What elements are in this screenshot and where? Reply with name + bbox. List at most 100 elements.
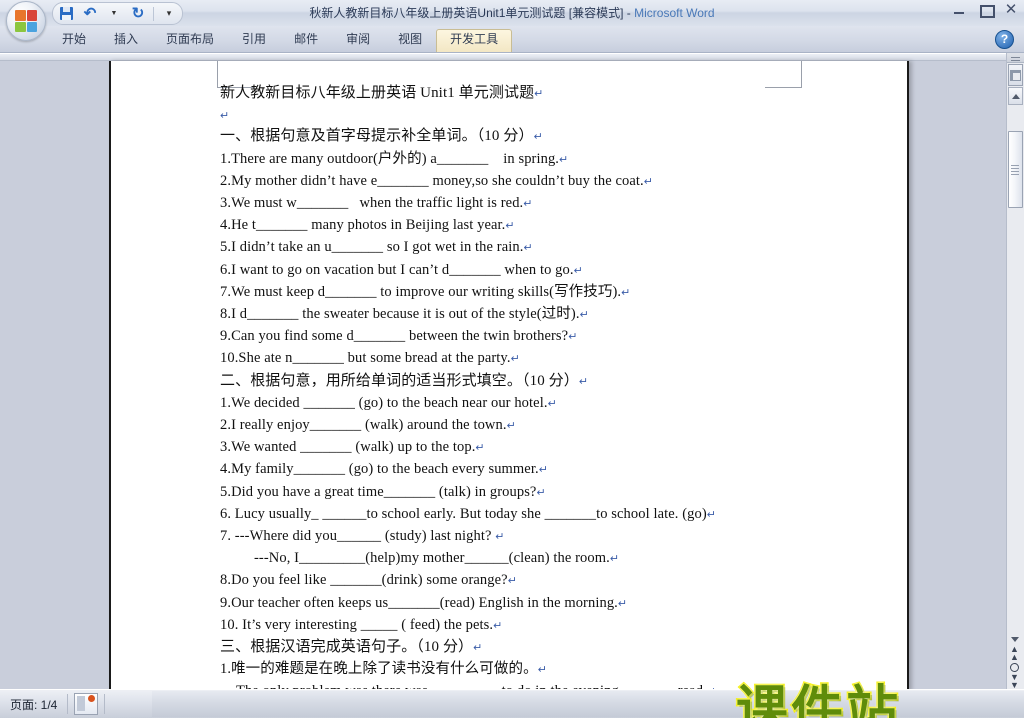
paragraph-mark-icon: ↵	[609, 553, 620, 566]
paragraph-mark-icon: ↵	[510, 353, 520, 366]
paragraph-mark-icon: ↵	[534, 88, 544, 100]
document-line: 10. It’s very interesting _____ ( feed) …	[220, 615, 887, 637]
minimize-icon[interactable]	[950, 2, 968, 18]
document-line: 新人教新目标八年级上册英语 Unit1 单元测试题↵	[220, 83, 887, 105]
tab-references[interactable]: 引用	[228, 29, 280, 52]
tab-insert[interactable]: 插入	[100, 29, 152, 52]
window-controls: ✕	[950, 2, 1020, 18]
tab-review[interactable]: 审阅	[332, 29, 384, 52]
ribbon-tabs: 开始 插入 页面布局 引用 邮件 审阅 视图 开发工具	[48, 26, 513, 52]
document-line-text: 4.He t_______ many photos in Beijing las…	[220, 217, 506, 234]
document-line: 3.We must w_______ when the traffic ligh…	[220, 193, 887, 215]
vertical-scrollbar[interactable]: ▲ ▲ ▼ ▼	[1006, 53, 1024, 690]
document-line: 9.Can you find some d_______ between the…	[220, 326, 887, 348]
paragraph-mark-icon: ↵	[506, 420, 516, 433]
window-title-app-name: Microsoft Word	[634, 6, 715, 20]
paragraph-mark-icon: ↵	[523, 198, 533, 210]
paragraph-mark-icon: ↵	[473, 642, 483, 655]
document-line: 7.We must keep d_______ to improve our w…	[220, 282, 887, 304]
paragraph-mark-icon: ↵	[706, 508, 717, 521]
tab-home[interactable]: 开始	[48, 29, 100, 52]
save-icon	[59, 7, 73, 20]
document-line: ↵	[220, 105, 887, 126]
document-line-text: 7. ---Where did you______ (study) last n…	[220, 528, 496, 545]
document-line-text: 6. Lucy usually_ ______to school early. …	[220, 505, 707, 522]
customize-qat-icon[interactable]: ▾	[160, 5, 178, 22]
paragraph-mark-icon: ↵	[475, 442, 485, 455]
paragraph-mark-icon: ↵	[578, 375, 589, 388]
help-icon[interactable]: ?	[995, 30, 1014, 49]
document-line: 9.Our teacher often keeps us_______(read…	[220, 593, 887, 615]
paragraph-mark-icon: ↵	[547, 397, 557, 410]
document-line-text: ---No, I_________(help)my mother______(c…	[254, 550, 610, 567]
document-line-text: 8.I d_______ the sweater because it is o…	[220, 306, 580, 323]
document-line: 6.I want to go on vacation but I can’t d…	[220, 260, 887, 282]
document-line-text: 二、根据句意，用所给单词的适当形式填空。（10 分）	[220, 372, 579, 389]
paragraph-mark-icon: ↵	[621, 286, 631, 299]
document-line-text: 7.We must keep d_______ to improve our w…	[220, 283, 622, 300]
save-button[interactable]	[57, 5, 75, 22]
document-line-text: 3.We wanted _______ (walk) up to the top…	[220, 439, 476, 456]
document-line: 1.There are many outdoor(户外的) a_______ i…	[220, 149, 887, 171]
document-line: 4.My family_______ (go) to the beach eve…	[220, 459, 887, 481]
paragraph-mark-icon: ↵	[538, 464, 549, 477]
tab-page-layout[interactable]: 页面布局	[152, 29, 228, 52]
window-title-document: 秋新人教新目标八年级上册英语Unit1单元测试题 [兼容模式]	[309, 6, 624, 20]
status-divider	[67, 694, 69, 714]
document-line: 7. ---Where did you______ (study) last n…	[220, 526, 887, 548]
select-browse-object-icon[interactable]	[1008, 64, 1023, 86]
restore-icon[interactable]	[976, 2, 995, 18]
scrollbar-thumb[interactable]	[1008, 131, 1023, 208]
document-line-text: 2.I really enjoy_______ (walk) around th…	[220, 417, 507, 434]
document-line: 2.My mother didn’t have e_______ money,s…	[220, 171, 887, 193]
split-handle[interactable]	[1007, 53, 1024, 63]
document-line-text: 10. It’s very interesting _____ ( feed) …	[220, 616, 494, 633]
document-line: 6. Lucy usually_ ______to school early. …	[220, 504, 887, 526]
document-line: 4.He t_______ many photos in Beijing las…	[220, 215, 887, 237]
document-text[interactable]: 新人教新目标八年级上册英语 Unit1 单元测试题↵ ↵ 一、根据句意及首字母提示补…	[220, 83, 887, 691]
ruler-strip	[0, 54, 1024, 61]
paragraph-mark-icon: ↵	[579, 309, 589, 322]
paragraph-mark-icon: ↵	[573, 264, 583, 277]
tab-mailings[interactable]: 邮件	[280, 29, 332, 52]
undo-button[interactable]: ↶	[81, 5, 99, 22]
page-navigation-buttons: ▲ ▲ ▼ ▼	[1008, 632, 1021, 690]
document-line-text: 1.There are many outdoor(户外的) a_______ i…	[220, 150, 560, 167]
paragraph-mark-icon: ↵	[617, 597, 628, 610]
paragraph-mark-icon: ↵	[505, 220, 515, 233]
document-line: 8.I d_______ the sweater because it is o…	[220, 304, 887, 326]
next-page-icon[interactable]: ▼ ▼	[1008, 673, 1021, 690]
tab-view[interactable]: 视图	[384, 29, 436, 52]
paragraph-mark-icon: ↵	[507, 575, 518, 588]
document-line-text: 10.She ate n_______ but some bread at th…	[220, 350, 511, 367]
tab-developer[interactable]: 开发工具	[436, 29, 513, 52]
document-view-icon[interactable]	[74, 693, 99, 715]
status-divider-2	[104, 694, 106, 714]
document-line: 8.Do you feel like _______(drink) some o…	[220, 570, 887, 592]
paragraph-mark-icon: ↵	[559, 153, 569, 166]
ribbon-tab-bar: 开始 插入 页面布局 引用 邮件 审阅 视图 开发工具 ?	[0, 26, 1024, 53]
document-line-text: 6.I want to go on vacation but I can’t d…	[220, 261, 574, 278]
close-icon[interactable]: ✕	[1002, 2, 1020, 18]
document-line-text: 8.Do you feel like _______(drink) some o…	[220, 572, 508, 589]
document-line-text: 三、根据汉语完成英语句子。（10 分）	[220, 639, 474, 656]
redo-button[interactable]: ↻	[129, 5, 147, 22]
paragraph-mark-icon: ↵	[537, 664, 548, 677]
office-logo-icon	[15, 10, 37, 32]
status-bar-background	[152, 691, 1024, 717]
document-line-text: 2.My mother didn’t have e_______ money,s…	[220, 172, 644, 189]
paragraph-mark-icon: ↵	[533, 131, 543, 144]
qat-divider	[153, 6, 154, 21]
document-line: 5.Did you have a great time_______ (talk…	[220, 482, 887, 504]
undo-dropdown-icon[interactable]: ▼	[105, 5, 123, 22]
document-line-text: 3.We must w_______ when the traffic ligh…	[220, 195, 524, 211]
office-button[interactable]	[6, 1, 46, 41]
scroll-up-arrow-icon[interactable]	[1008, 87, 1023, 105]
document-line-text: 5.I didn’t take an u_______ so I got wet…	[220, 239, 524, 256]
document-line: 三、根据汉语完成英语句子。（10 分）↵	[220, 637, 887, 659]
document-page[interactable]: 新人教新目标八年级上册英语 Unit1 单元测试题↵ ↵ 一、根据句意及首字母提示补…	[109, 61, 909, 691]
document-line-text: 9.Can you find some d_______ between the…	[220, 328, 569, 345]
previous-page-icon[interactable]: ▲ ▲	[1008, 645, 1021, 662]
window-title-separator: -	[623, 6, 635, 20]
page-indicator[interactable]: 页面: 1/4	[0, 696, 67, 713]
